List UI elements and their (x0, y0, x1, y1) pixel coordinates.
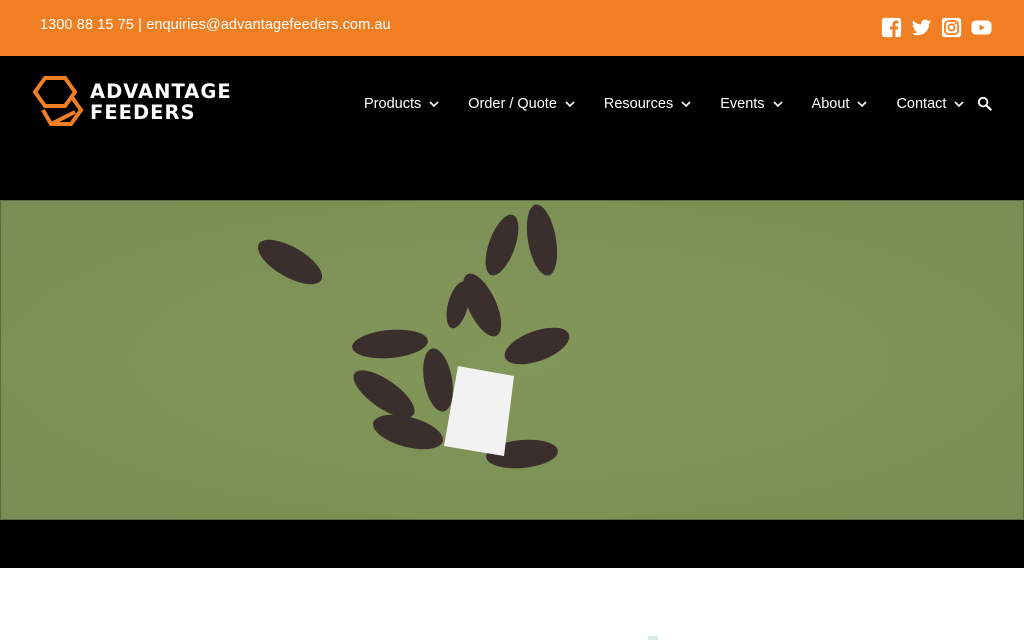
chevron-down-icon (565, 100, 575, 107)
chevron-down-icon (772, 100, 783, 107)
content-area (0, 568, 1024, 640)
nav-item-label: About (811, 96, 850, 112)
primary-nav: Products Order / Quote Resources Events … (364, 96, 993, 112)
main-header: ADVANTAGE FEEDERS Products Order / Quote… (0, 56, 1024, 200)
youtube-icon[interactable] (971, 17, 992, 38)
logo-mark-icon (32, 76, 84, 126)
hero-video[interactable] (0, 200, 1024, 568)
chevron-down-icon (954, 100, 965, 107)
email-link[interactable]: enquiries@advantagefeeders.com.au (146, 17, 391, 33)
nav-item-resources[interactable]: Resources (604, 96, 691, 112)
chevron-down-icon (681, 100, 691, 107)
contact-separator: | (138, 17, 143, 33)
twitter-icon[interactable] (911, 17, 932, 38)
brand-name: ADVANTAGE FEEDERS (90, 81, 232, 123)
nav-item-label: Products (364, 96, 422, 112)
hero-video-frame (0, 200, 1024, 520)
nav-item-label: Contact (896, 96, 947, 112)
nav-item-about[interactable]: About (812, 96, 868, 112)
nav-item-label: Order / Quote (468, 96, 557, 112)
brand-logo[interactable]: ADVANTAGE FEEDERS (31, 74, 231, 132)
content-image-edge (648, 636, 658, 640)
instagram-icon[interactable] (941, 17, 962, 38)
nav-item-label: Resources (603, 96, 674, 112)
facebook-icon[interactable] (881, 17, 902, 38)
top-bar: 1300 88 15 75 | enquiries@advantagefeede… (0, 0, 1024, 56)
social-links (881, 17, 992, 38)
nav-item-events[interactable]: Events (720, 96, 783, 112)
chevron-down-icon (429, 100, 439, 107)
contact-info: 1300 88 15 75 | enquiries@advantagefeede… (40, 17, 391, 33)
chevron-down-icon (857, 100, 868, 107)
nav-item-products[interactable]: Products (364, 96, 439, 112)
brand-line-2: FEEDERS (90, 101, 196, 124)
nav-item-contact[interactable]: Contact (896, 96, 965, 112)
brand-line-1: ADVANTAGE (90, 80, 232, 103)
search-icon[interactable] (977, 96, 992, 111)
phone-link[interactable]: 1300 88 15 75 (40, 17, 134, 33)
nav-item-label: Events (720, 96, 765, 112)
video-letterbox (0, 520, 1024, 568)
nav-item-order-quote[interactable]: Order / Quote (468, 96, 575, 112)
